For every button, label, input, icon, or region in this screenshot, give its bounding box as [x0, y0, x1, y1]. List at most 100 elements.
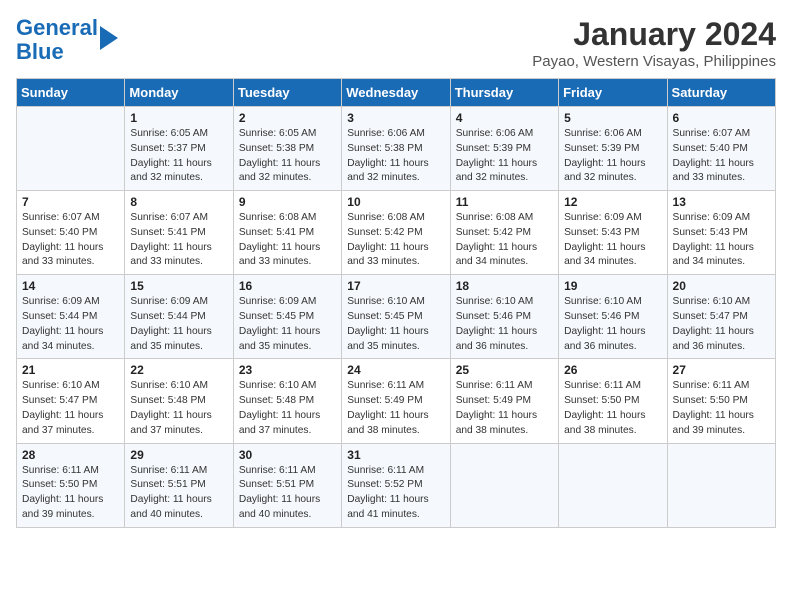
day-info: Sunrise: 6:08 AM Sunset: 5:41 PM Dayligh…: [239, 211, 336, 270]
day-number: 13: [673, 195, 770, 209]
day-info: Sunrise: 6:07 AM Sunset: 5:40 PM Dayligh…: [673, 127, 770, 186]
day-number: 25: [456, 363, 553, 377]
calendar-cell: 31 Sunrise: 6:11 AM Sunset: 5:52 PM Dayli…: [342, 443, 450, 527]
day-header-sunday: Sunday: [17, 79, 125, 107]
logo: General Blue: [16, 16, 118, 64]
day-header-thursday: Thursday: [450, 79, 558, 107]
calendar-cell: 17Sunrise: 6:10 AM Sunset: 5:45 PM Dayli…: [342, 275, 450, 359]
day-number: 11: [456, 195, 553, 209]
calendar-cell: 8 Sunrise: 6:07 AM Sunset: 5:41 PM Daylig…: [125, 191, 233, 275]
calendar-cell: 29 Sunrise: 6:11 AM Sunset: 5:51 PM Dayli…: [125, 443, 233, 527]
day-info: Sunrise: 6:11 AM Sunset: 5:49 PM Dayligh…: [456, 379, 553, 438]
day-info: Sunrise: 6:11 AM Sunset: 5:49 PM Dayligh…: [347, 379, 444, 438]
calendar-cell: 15Sunrise: 6:09 AM Sunset: 5:44 PM Dayli…: [125, 275, 233, 359]
day-info: Sunrise: 6:10 AM Sunset: 5:46 PM Dayligh…: [456, 295, 553, 354]
day-info: Sunrise: 6:10 AM Sunset: 5:46 PM Dayligh…: [564, 295, 661, 354]
day-header-saturday: Saturday: [667, 79, 775, 107]
day-number: 27: [673, 363, 770, 377]
day-info: Sunrise: 6:08 AM Sunset: 5:42 PM Dayligh…: [347, 211, 444, 270]
calendar-week-4: 21 Sunrise: 6:10 AM Sunset: 5:47 PM Dayli…: [17, 359, 776, 443]
day-info: Sunrise: 6:09 AM Sunset: 5:45 PM Dayligh…: [239, 295, 336, 354]
calendar-cell: 11 Sunrise: 6:08 AM Sunset: 5:42 PM Dayli…: [450, 191, 558, 275]
day-info: Sunrise: 6:10 AM Sunset: 5:47 PM Dayligh…: [22, 379, 119, 438]
day-info: Sunrise: 6:05 AM Sunset: 5:38 PM Dayligh…: [239, 127, 336, 186]
calendar-cell: [667, 443, 775, 527]
day-number: 26: [564, 363, 661, 377]
day-info: Sunrise: 6:09 AM Sunset: 5:43 PM Dayligh…: [564, 211, 661, 270]
day-info: Sunrise: 6:10 AM Sunset: 5:48 PM Dayligh…: [130, 379, 227, 438]
day-info: Sunrise: 6:08 AM Sunset: 5:42 PM Dayligh…: [456, 211, 553, 270]
calendar-cell: [17, 107, 125, 191]
calendar-cell: 5 Sunrise: 6:06 AM Sunset: 5:39 PM Daylig…: [559, 107, 667, 191]
day-number: 12: [564, 195, 661, 209]
day-info: Sunrise: 6:05 AM Sunset: 5:37 PM Dayligh…: [130, 127, 227, 186]
day-number: 9: [239, 195, 336, 209]
calendar-week-3: 14 Sunrise: 6:09 AM Sunset: 5:44 PM Dayli…: [17, 275, 776, 359]
day-number: 7: [22, 195, 119, 209]
logo-arrow-icon: [100, 26, 118, 50]
calendar-cell: 12 Sunrise: 6:09 AM Sunset: 5:43 PM Dayli…: [559, 191, 667, 275]
day-number: 29: [130, 448, 227, 462]
calendar-cell: 2Sunrise: 6:05 AM Sunset: 5:38 PM Daylig…: [233, 107, 341, 191]
day-info: Sunrise: 6:10 AM Sunset: 5:47 PM Dayligh…: [673, 295, 770, 354]
page-header: General Blue January 2024 Payao, Western…: [16, 16, 776, 70]
calendar-week-2: 7 Sunrise: 6:07 AM Sunset: 5:40 PM Daylig…: [17, 191, 776, 275]
calendar-cell: 23 Sunrise: 6:10 AM Sunset: 5:48 PM Dayli…: [233, 359, 341, 443]
calendar-cell: 3Sunrise: 6:06 AM Sunset: 5:38 PM Daylig…: [342, 107, 450, 191]
day-info: Sunrise: 6:11 AM Sunset: 5:50 PM Dayligh…: [22, 464, 119, 523]
day-info: Sunrise: 6:11 AM Sunset: 5:51 PM Dayligh…: [239, 464, 336, 523]
logo-text: General Blue: [16, 16, 98, 64]
day-number: 31: [347, 448, 444, 462]
calendar-cell: 24 Sunrise: 6:11 AM Sunset: 5:49 PM Dayli…: [342, 359, 450, 443]
day-number: 14: [22, 279, 119, 293]
day-number: 4: [456, 111, 553, 125]
calendar-cell: [559, 443, 667, 527]
calendar-week-1: 1Sunrise: 6:05 AM Sunset: 5:37 PM Daylig…: [17, 107, 776, 191]
day-number: 18: [456, 279, 553, 293]
day-number: 8: [130, 195, 227, 209]
calendar-cell: 4 Sunrise: 6:06 AM Sunset: 5:39 PM Daylig…: [450, 107, 558, 191]
day-info: Sunrise: 6:11 AM Sunset: 5:51 PM Dayligh…: [130, 464, 227, 523]
calendar-cell: 26 Sunrise: 6:11 AM Sunset: 5:50 PM Dayli…: [559, 359, 667, 443]
day-info: Sunrise: 6:07 AM Sunset: 5:40 PM Dayligh…: [22, 211, 119, 270]
day-number: 28: [22, 448, 119, 462]
day-number: 19: [564, 279, 661, 293]
day-info: Sunrise: 6:10 AM Sunset: 5:48 PM Dayligh…: [239, 379, 336, 438]
calendar-cell: 14 Sunrise: 6:09 AM Sunset: 5:44 PM Dayli…: [17, 275, 125, 359]
day-info: Sunrise: 6:06 AM Sunset: 5:39 PM Dayligh…: [456, 127, 553, 186]
calendar-cell: 22Sunrise: 6:10 AM Sunset: 5:48 PM Dayli…: [125, 359, 233, 443]
calendar-header-row: SundayMondayTuesdayWednesdayThursdayFrid…: [17, 79, 776, 107]
calendar-cell: 1Sunrise: 6:05 AM Sunset: 5:37 PM Daylig…: [125, 107, 233, 191]
calendar-cell: 21 Sunrise: 6:10 AM Sunset: 5:47 PM Dayli…: [17, 359, 125, 443]
logo-line1: General: [16, 15, 98, 40]
calendar-cell: 9 Sunrise: 6:08 AM Sunset: 5:41 PM Daylig…: [233, 191, 341, 275]
day-number: 30: [239, 448, 336, 462]
day-info: Sunrise: 6:06 AM Sunset: 5:39 PM Dayligh…: [564, 127, 661, 186]
calendar-cell: 10 Sunrise: 6:08 AM Sunset: 5:42 PM Dayli…: [342, 191, 450, 275]
calendar-cell: 6 Sunrise: 6:07 AM Sunset: 5:40 PM Daylig…: [667, 107, 775, 191]
day-info: Sunrise: 6:09 AM Sunset: 5:43 PM Dayligh…: [673, 211, 770, 270]
day-number: 6: [673, 111, 770, 125]
day-info: Sunrise: 6:11 AM Sunset: 5:50 PM Dayligh…: [564, 379, 661, 438]
day-header-tuesday: Tuesday: [233, 79, 341, 107]
calendar-cell: 30 Sunrise: 6:11 AM Sunset: 5:51 PM Dayli…: [233, 443, 341, 527]
day-number: 24: [347, 363, 444, 377]
day-info: Sunrise: 6:07 AM Sunset: 5:41 PM Dayligh…: [130, 211, 227, 270]
day-info: Sunrise: 6:09 AM Sunset: 5:44 PM Dayligh…: [22, 295, 119, 354]
day-number: 5: [564, 111, 661, 125]
calendar-cell: 27Sunrise: 6:11 AM Sunset: 5:50 PM Dayli…: [667, 359, 775, 443]
day-number: 23: [239, 363, 336, 377]
logo-line2: Blue: [16, 39, 64, 64]
day-info: Sunrise: 6:09 AM Sunset: 5:44 PM Dayligh…: [130, 295, 227, 354]
calendar-cell: 25 Sunrise: 6:11 AM Sunset: 5:49 PM Dayli…: [450, 359, 558, 443]
calendar-cell: 18 Sunrise: 6:10 AM Sunset: 5:46 PM Dayli…: [450, 275, 558, 359]
calendar-cell: 13 Sunrise: 6:09 AM Sunset: 5:43 PM Dayli…: [667, 191, 775, 275]
day-info: Sunrise: 6:06 AM Sunset: 5:38 PM Dayligh…: [347, 127, 444, 186]
day-number: 10: [347, 195, 444, 209]
day-number: 21: [22, 363, 119, 377]
title-block: January 2024 Payao, Western Visayas, Phi…: [532, 16, 776, 70]
day-number: 20: [673, 279, 770, 293]
day-info: Sunrise: 6:11 AM Sunset: 5:52 PM Dayligh…: [347, 464, 444, 523]
location-subtitle: Payao, Western Visayas, Philippines: [532, 53, 776, 70]
day-number: 17: [347, 279, 444, 293]
